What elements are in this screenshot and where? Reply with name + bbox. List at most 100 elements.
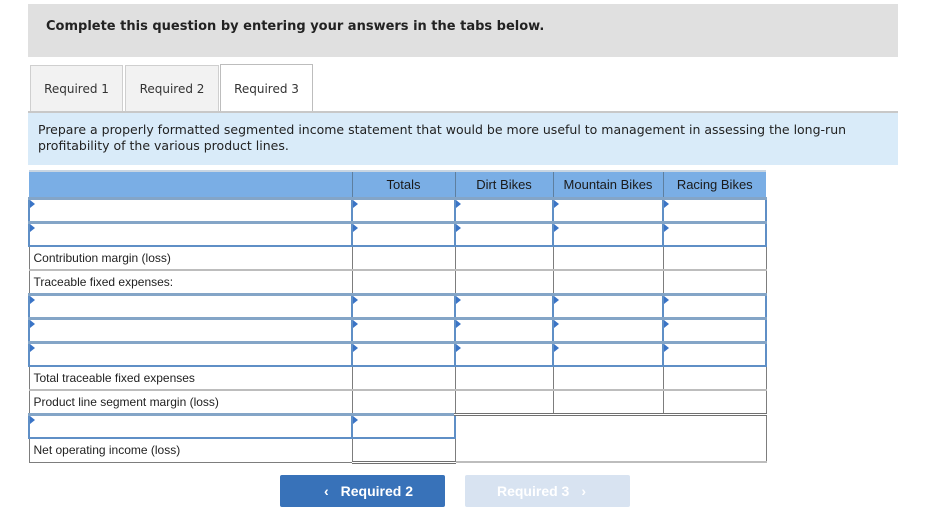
racing-bikes-input[interactable] [664, 199, 765, 221]
racing-bikes-value [662, 389, 767, 416]
mountain-bikes-cell[interactable] [552, 220, 664, 247]
row-label: Net operating income (loss) [28, 437, 353, 463]
totals-input[interactable] [353, 223, 454, 245]
totals-cell[interactable] [351, 340, 456, 367]
row-label-dropdown[interactable] [28, 340, 353, 367]
dropdown-indicator-icon [664, 319, 669, 328]
dirt-bikes-input[interactable] [456, 223, 552, 245]
totals-cell[interactable] [351, 316, 456, 343]
dropdown-indicator-icon [353, 295, 358, 304]
mountain-bikes-cell[interactable] [552, 316, 664, 343]
header-row: Totals Dirt Bikes Mountain Bikes Racing … [28, 170, 766, 199]
totals-cell[interactable] [351, 196, 456, 223]
dropdown-indicator-icon [353, 343, 358, 352]
totals-value [351, 269, 456, 295]
dropdown-indicator-icon [30, 199, 35, 208]
dirt-bikes-value [454, 269, 554, 295]
dropdown-indicator-icon [456, 343, 461, 352]
tab-required-2[interactable]: Required 2 [125, 65, 219, 112]
table-row-segment-margin: Product line segment margin (loss) [28, 389, 767, 416]
segmented-income-statement: Totals Dirt Bikes Mountain Bikes Racing … [28, 170, 767, 464]
table-row [28, 220, 767, 247]
tab-required-1[interactable]: Required 1 [30, 65, 123, 112]
previous-button-label: Required 2 [340, 483, 414, 499]
racing-bikes-cell[interactable] [662, 292, 767, 319]
dropdown-indicator-icon [30, 319, 35, 328]
previous-required-button[interactable]: ‹ Required 2 [280, 475, 445, 507]
totals-cell[interactable] [351, 412, 456, 439]
mountain-bikes-input[interactable] [554, 319, 662, 341]
racing-bikes-cell[interactable] [662, 196, 767, 223]
table-row [28, 196, 767, 223]
dropdown-indicator-icon [353, 319, 358, 328]
racing-bikes-value [662, 269, 767, 295]
totals-input[interactable] [353, 415, 454, 437]
blank-segment-area [454, 412, 767, 463]
header-label-column [28, 170, 352, 199]
header-mountain-bikes: Mountain Bikes [552, 170, 663, 199]
row-label-dropdown[interactable] [28, 412, 353, 439]
dropdown-indicator-icon [554, 343, 559, 352]
mountain-bikes-cell[interactable] [552, 340, 664, 367]
mountain-bikes-value [552, 269, 664, 295]
chevron-left-icon: ‹ [323, 483, 329, 499]
dropdown-indicator-icon [554, 199, 559, 208]
totals-value [351, 365, 456, 391]
row-label-input[interactable] [30, 295, 351, 317]
totals-value [351, 437, 456, 464]
totals-input[interactable] [353, 295, 454, 317]
dropdown-indicator-icon [353, 415, 358, 424]
dropdown-indicator-icon [456, 223, 461, 232]
dirt-bikes-cell[interactable] [454, 196, 554, 223]
dirt-bikes-input[interactable] [456, 199, 552, 221]
row-label-dropdown[interactable] [28, 292, 353, 319]
racing-bikes-input[interactable] [664, 343, 765, 365]
dirt-bikes-cell[interactable] [454, 220, 554, 247]
racing-bikes-input[interactable] [664, 223, 765, 245]
dirt-bikes-value [454, 365, 554, 391]
racing-bikes-cell[interactable] [662, 220, 767, 247]
mountain-bikes-value [552, 365, 664, 391]
totals-cell[interactable] [351, 292, 456, 319]
dirt-bikes-input[interactable] [456, 295, 552, 317]
dropdown-indicator-icon [30, 223, 35, 232]
row-label-input[interactable] [30, 223, 351, 245]
table-row [28, 412, 767, 463]
table-row-contribution-margin: Contribution margin (loss) [28, 245, 767, 271]
mountain-bikes-cell[interactable] [552, 196, 664, 223]
mountain-bikes-input[interactable] [554, 343, 662, 365]
mountain-bikes-input[interactable] [554, 199, 662, 221]
dirt-bikes-input[interactable] [456, 319, 552, 341]
dirt-bikes-cell[interactable] [454, 340, 554, 367]
racing-bikes-input[interactable] [664, 319, 765, 341]
row-label-input[interactable] [30, 343, 351, 365]
totals-input[interactable] [353, 343, 454, 365]
totals-cell[interactable] [351, 220, 456, 247]
row-label-input[interactable] [30, 319, 351, 341]
dirt-bikes-cell[interactable] [454, 316, 554, 343]
mountain-bikes-input[interactable] [554, 223, 662, 245]
racing-bikes-value [662, 365, 767, 391]
racing-bikes-cell[interactable] [662, 316, 767, 343]
row-label-dropdown[interactable] [28, 220, 353, 247]
dirt-bikes-value [454, 389, 554, 416]
dirt-bikes-input[interactable] [456, 343, 552, 365]
totals-input[interactable] [353, 199, 454, 221]
row-label-dropdown[interactable] [28, 196, 353, 223]
row-label: Contribution margin (loss) [28, 245, 353, 271]
mountain-bikes-input[interactable] [554, 295, 662, 317]
row-label-dropdown[interactable] [28, 316, 353, 343]
racing-bikes-cell[interactable] [662, 340, 767, 367]
dropdown-indicator-icon [664, 343, 669, 352]
chevron-right-icon: › [581, 483, 587, 499]
table-row [28, 292, 767, 319]
row-label-input[interactable] [30, 415, 351, 437]
totals-input[interactable] [353, 319, 454, 341]
dirt-bikes-cell[interactable] [454, 292, 554, 319]
mountain-bikes-cell[interactable] [552, 292, 664, 319]
tab-required-3[interactable]: Required 3 [220, 64, 313, 113]
dropdown-indicator-icon [664, 295, 669, 304]
racing-bikes-input[interactable] [664, 295, 765, 317]
next-required-button[interactable]: Required 3 › [465, 475, 630, 507]
row-label-input[interactable] [30, 199, 351, 221]
